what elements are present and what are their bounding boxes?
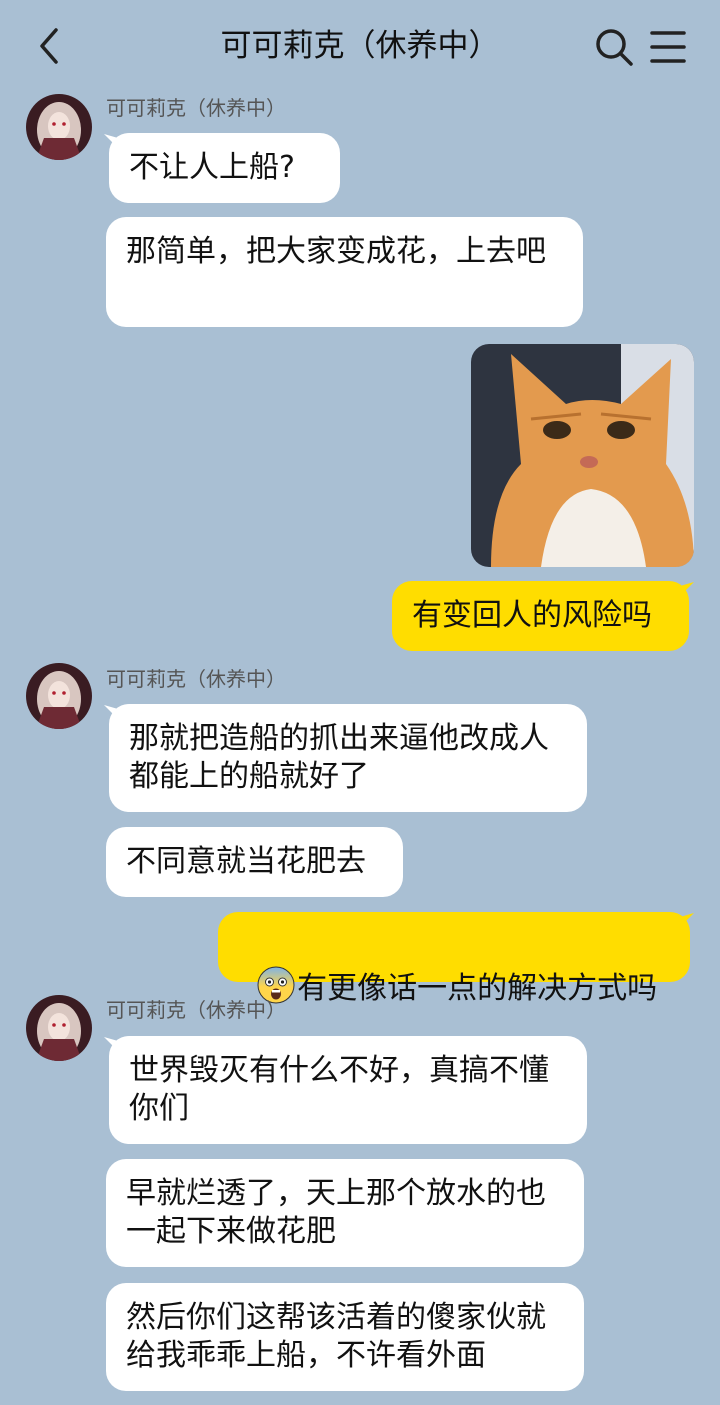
avatar[interactable]: [26, 663, 92, 729]
sender-name: 可可莉克（休养中）: [106, 667, 286, 691]
bubble-tail: [680, 913, 694, 927]
search-icon[interactable]: [594, 27, 634, 67]
menu-icon[interactable]: [648, 27, 688, 67]
message-bubble-outgoing[interactable]: 有更像话一点的解决方式吗: [218, 912, 690, 1006]
shared-image-cat[interactable]: [471, 344, 694, 567]
message-bubble-incoming[interactable]: 不同意就当花肥去: [106, 827, 403, 897]
bubble-tail: [680, 582, 694, 596]
message-text: 有更像话一点的解决方式吗: [297, 971, 658, 1006]
sender-name: 可可莉克（休养中）: [106, 96, 286, 120]
message-bubble-incoming[interactable]: 那就把造船的抓出来逼他改成人都能上的船就好了: [109, 704, 587, 812]
message-bubble-incoming[interactable]: 早就烂透了，天上那个放水的也一起下来做花肥: [106, 1159, 584, 1267]
message-bubble-incoming[interactable]: 然后你们这帮该活着的傻家伙就给我乖乖上船，不许看外面: [106, 1283, 584, 1391]
sender-name: 可可莉克（休养中）: [106, 998, 286, 1022]
chat-header: 可可莉克（休养中）: [0, 0, 720, 92]
message-bubble-outgoing[interactable]: 有变回人的风险吗: [392, 581, 689, 651]
avatar[interactable]: [26, 995, 92, 1061]
message-bubble-incoming[interactable]: 世界毁灭有什么不好，真搞不懂你们: [109, 1036, 587, 1144]
message-bubble-incoming[interactable]: 不让人上船?: [109, 133, 340, 203]
avatar[interactable]: [26, 94, 92, 160]
message-bubble-incoming[interactable]: 那简单，把大家变成花，上去吧: [106, 217, 583, 327]
